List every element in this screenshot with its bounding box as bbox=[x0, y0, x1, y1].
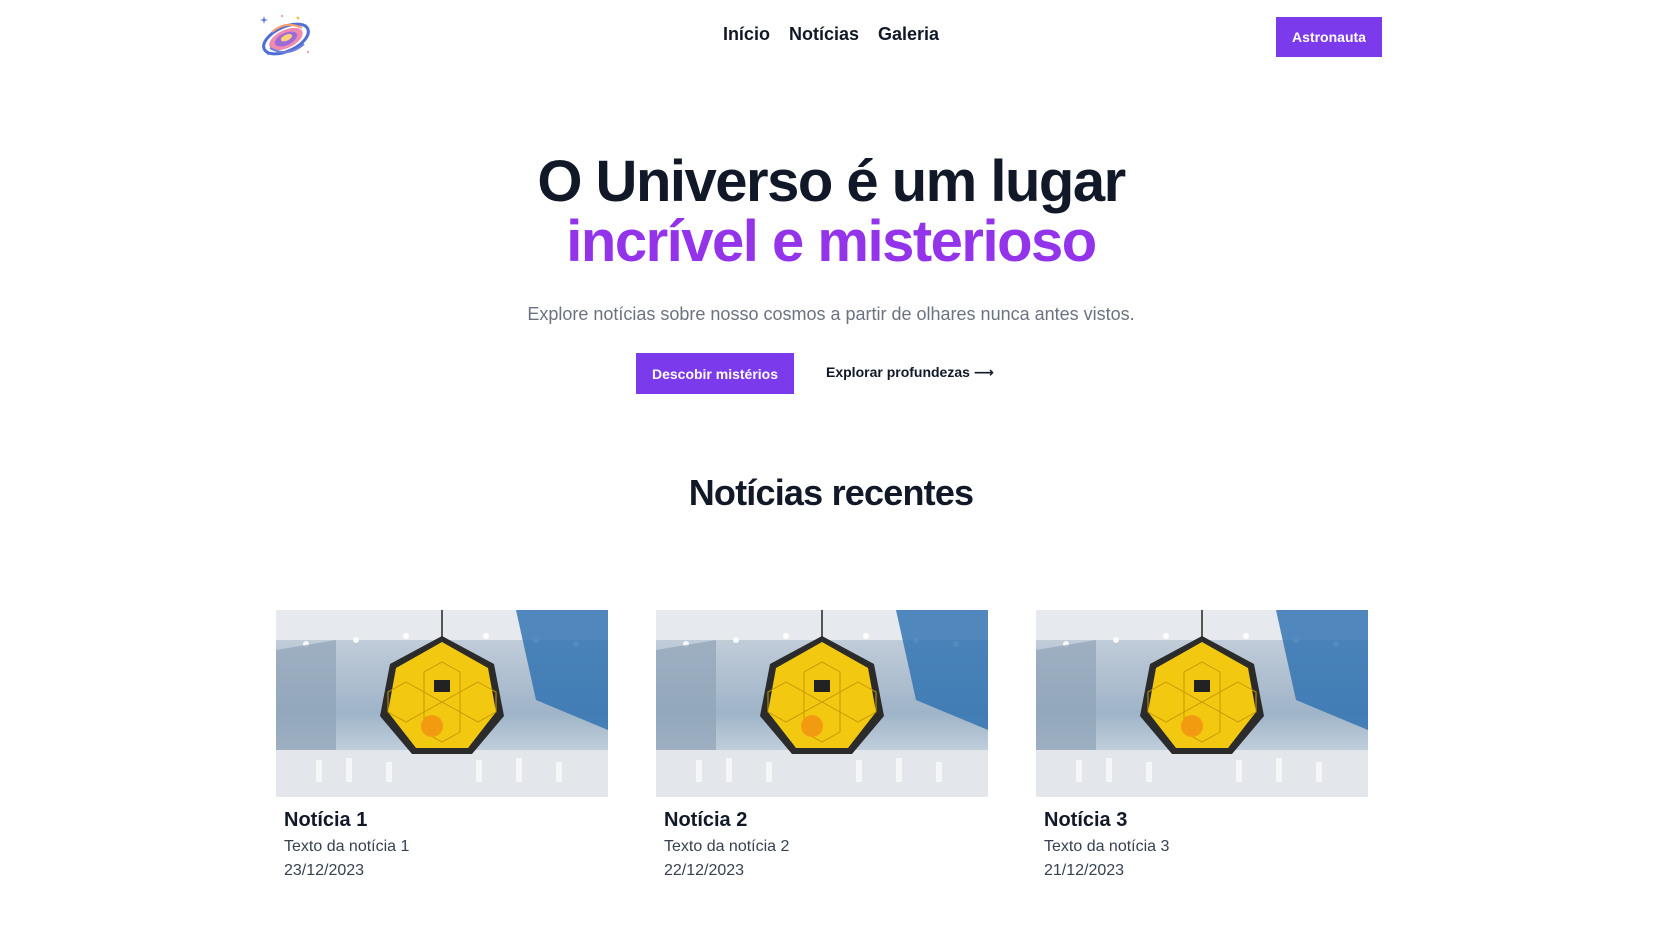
news-image[interactable] bbox=[276, 610, 608, 797]
news-card[interactable]: Notícia 2 Texto da notícia 2 22/12/2023 bbox=[656, 610, 988, 880]
nav-item-noticias[interactable]: Notícias bbox=[789, 24, 859, 45]
hero-subtitle: Explore notícias sobre nosso cosmos a pa… bbox=[527, 304, 1135, 324]
news-card[interactable]: Notícia 3 Texto da notícia 3 21/12/2023 bbox=[1036, 610, 1368, 880]
news-card-text: Texto da notícia 1 bbox=[284, 838, 410, 855]
hero-title-line2: incrível e misterioso bbox=[566, 209, 1097, 274]
news-image[interactable] bbox=[1036, 610, 1368, 797]
news-card-text: Texto da notícia 2 bbox=[664, 838, 790, 855]
news-card-date: 23/12/2023 bbox=[284, 862, 365, 879]
news-card[interactable]: Notícia 1 Texto da notícia 1 23/12/2023 bbox=[276, 610, 608, 880]
news-card-title[interactable]: Notícia 1 bbox=[276, 809, 608, 832]
discover-mysteries-button[interactable]: Descobir mistérios bbox=[636, 353, 794, 394]
explore-depths-link[interactable]: Explorar profundezas ⟶ bbox=[826, 364, 994, 381]
news-card-date: 22/12/2023 bbox=[664, 862, 745, 879]
site-header: Início Notícias Galeria Astronauta bbox=[0, 0, 1662, 75]
news-image[interactable] bbox=[656, 610, 988, 797]
news-card-date: 21/12/2023 bbox=[1044, 862, 1125, 879]
recent-news-title: Notícias recentes bbox=[688, 472, 974, 513]
hero-title-line1: O Universo é um lugar bbox=[537, 149, 1126, 214]
news-card-title[interactable]: Notícia 2 bbox=[656, 809, 988, 832]
nav-item-galeria[interactable]: Galeria bbox=[878, 24, 939, 45]
news-card-text: Texto da notícia 3 bbox=[1044, 838, 1170, 855]
hero-title: O Universo é um lugar incrível e misteri… bbox=[0, 152, 1662, 272]
nav-item-inicio[interactable]: Início bbox=[723, 24, 770, 45]
main-nav: Início Notícias Galeria bbox=[0, 24, 1662, 45]
news-card-title[interactable]: Notícia 3 bbox=[1036, 809, 1368, 832]
astronauta-button[interactable]: Astronauta bbox=[1276, 17, 1382, 57]
